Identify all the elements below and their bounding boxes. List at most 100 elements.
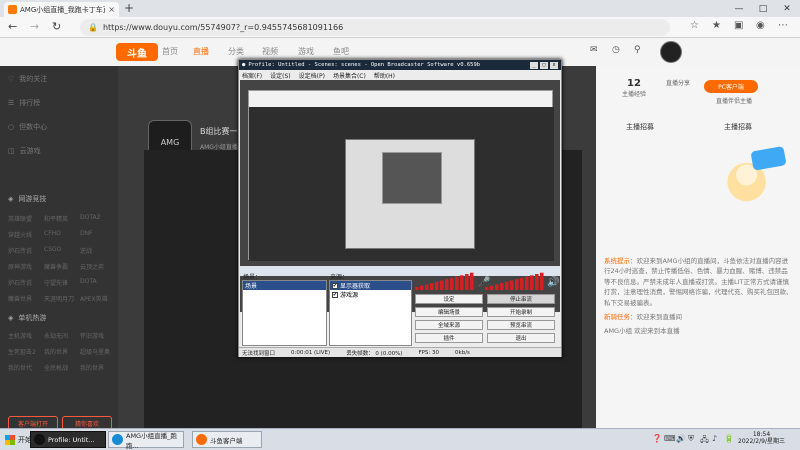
obs-maximize-button[interactable]: □ (540, 61, 548, 69)
forward-icon[interactable]: → (30, 20, 39, 33)
checkbox-icon[interactable]: ✔ (332, 291, 338, 298)
category-item[interactable]: DNF (80, 230, 93, 237)
obs-button[interactable]: 全域来源 (415, 320, 483, 330)
minimize-button[interactable]: — (728, 0, 750, 17)
history-icon[interactable]: ◷ (612, 45, 620, 55)
tab-recruit-2[interactable]: 主播招募 (724, 122, 752, 132)
category-item[interactable]: 魔兽争霸 (44, 262, 68, 271)
category-item[interactable]: APEX英雄 (80, 294, 108, 303)
category-item[interactable]: 我的世代 (8, 363, 32, 372)
obs-button[interactable]: 停止串流 (487, 294, 555, 304)
category-item[interactable]: 魔兽世界 (8, 294, 32, 303)
tray-icon[interactable]: 🖧 (700, 434, 709, 448)
address-bar[interactable]: 🔒 https://www.douyu.com/5574907?_r=0.945… (80, 19, 670, 36)
taskbar-app[interactable]: 斗鱼客户端 (192, 431, 262, 448)
obs-close-button[interactable]: x (550, 61, 558, 69)
star-icon[interactable]: ☆ (690, 20, 699, 31)
category-item[interactable]: CSGO (44, 246, 61, 253)
obs-menu-profiles[interactable]: 设定档(P) (299, 71, 325, 80)
category-item[interactable]: 炉石传说 (8, 246, 32, 255)
category-item[interactable]: DOTA2 (80, 214, 100, 221)
profile-icon[interactable]: ◉ (756, 20, 765, 31)
message-icon[interactable]: ✉ (590, 45, 598, 55)
tab-recruit[interactable]: 主播招募 (626, 122, 654, 132)
sidebar-item-cloud-game[interactable]: ◫ 云游戏 (8, 146, 41, 156)
pc-client-button[interactable]: PC客户端 (704, 80, 758, 93)
source-label: 显示器获取 (340, 283, 371, 290)
obs-menu-settings[interactable]: 设定(S) (270, 71, 291, 80)
category-item[interactable]: 怀旧游戏 (80, 331, 104, 340)
tray-icon[interactable]: ⛨ (688, 434, 694, 444)
browser-tab[interactable]: AMG小组直播_我跑卡丁车直播 × (4, 2, 119, 17)
back-icon[interactable]: ← (8, 20, 17, 33)
maximize-button[interactable]: □ (752, 0, 774, 17)
category-item[interactable]: 超级马里奥 (80, 347, 110, 356)
tray-icon[interactable]: ⌨ (664, 434, 676, 443)
category-item[interactable]: 守望先锋 (44, 278, 68, 287)
location-icon[interactable]: ⚲ (634, 45, 641, 55)
obs-window[interactable]: ● Profile: Untitled - Scenes: scenes - O… (238, 59, 562, 357)
nav-live[interactable]: 直播 (193, 46, 209, 57)
category-item[interactable]: 和平精英 (44, 214, 68, 223)
sidebar-item-label: 但数中心 (19, 123, 48, 131)
category-item[interactable]: 主机游戏 (8, 331, 32, 340)
category-item[interactable]: 永劫无间 (44, 331, 68, 340)
category-item[interactable]: DOTA (80, 278, 97, 285)
tray-icon[interactable]: 🔋 (724, 434, 734, 443)
category-item[interactable]: 逆战 (80, 246, 92, 255)
favorites-icon[interactable]: ★ (712, 20, 721, 31)
category-item[interactable]: 全民枪战 (44, 363, 68, 372)
checkbox-icon[interactable]: ✔ (332, 282, 338, 289)
obs-button[interactable]: 退出 (487, 333, 555, 343)
obs-button[interactable]: 开始录制 (487, 307, 555, 317)
nav-game[interactable]: 游戏 (298, 46, 314, 57)
category-item[interactable]: 天涯明月刀 (44, 294, 74, 303)
category-item[interactable]: 原神游戏 (8, 262, 32, 271)
nav-category[interactable]: 分类 (228, 46, 244, 57)
scenes-list[interactable]: 场景 (242, 280, 327, 346)
sidebar-item-rank[interactable]: ☰ 排行榜 (8, 98, 40, 108)
more-icon[interactable]: ⋯ (778, 20, 788, 31)
nav-yuba[interactable]: 鱼吧 (333, 46, 349, 57)
new-tab-button[interactable]: + (124, 1, 134, 15)
guess-like-button[interactable]: 猜你喜欢 (62, 416, 112, 428)
sidebar-item-follow[interactable]: ♡ 我的关注 (8, 74, 47, 84)
nav-home[interactable]: 首页 (162, 46, 178, 57)
douyu-logo[interactable]: 斗鱼 (116, 43, 158, 61)
tray-icon[interactable]: ♪ (712, 434, 717, 443)
tray-icon[interactable]: ❓ (652, 434, 662, 443)
scene-item[interactable]: 场景 (243, 281, 326, 290)
obs-menu-scene-collection[interactable]: 场景集合(C) (333, 71, 366, 80)
open-client-button[interactable]: 客户端打开 (8, 416, 58, 428)
obs-button[interactable]: 编辑场景 (415, 307, 483, 317)
collections-icon[interactable]: ▣ (734, 20, 743, 31)
category-item[interactable]: 英雄联盟 (8, 214, 32, 223)
obs-button[interactable]: 插件 (415, 333, 483, 343)
taskbar-app[interactable]: AMG小组直播_跑跑... (108, 431, 184, 450)
category-item[interactable]: 穿越火线 (8, 230, 32, 239)
source-item[interactable]: ✔ 游戏源 (330, 290, 411, 299)
tray-icon[interactable]: 🔊 (676, 434, 686, 443)
refresh-icon[interactable]: ↻ (52, 20, 61, 33)
close-tab-icon[interactable]: × (108, 5, 115, 14)
obs-menu-help[interactable]: 帮助(H) (374, 71, 395, 80)
obs-minimize-button[interactable]: _ (530, 61, 538, 69)
taskbar-app[interactable]: Profile: Untit... (30, 431, 106, 448)
category-item[interactable]: 云顶之弈 (80, 262, 104, 271)
category-item[interactable]: 炉石传说 (8, 278, 32, 287)
clock[interactable]: 18:54 2022/2/9/星期三 (738, 431, 785, 445)
sidebar-item-center[interactable]: ○ 但数中心 (8, 122, 47, 132)
category-item[interactable]: 我的世界 (44, 347, 68, 356)
category-item[interactable]: 我的世界 (80, 363, 104, 372)
close-window-button[interactable]: ✕ (776, 0, 798, 17)
source-item[interactable]: ✔ 显示器获取 (330, 281, 411, 290)
sources-list[interactable]: ✔ 显示器获取 ✔ 游戏源 (329, 280, 412, 346)
promo-banner[interactable] (706, 140, 796, 210)
category-item[interactable]: CFHD (44, 230, 61, 237)
category-item[interactable]: 生死狙击2 (8, 347, 36, 356)
obs-button[interactable]: 预览串流 (487, 320, 555, 330)
obs-menu-profile[interactable]: 档案(F) (242, 71, 262, 80)
user-avatar[interactable] (660, 41, 682, 63)
obs-button[interactable]: 设定 (415, 294, 483, 304)
nav-video[interactable]: 视频 (262, 46, 278, 57)
